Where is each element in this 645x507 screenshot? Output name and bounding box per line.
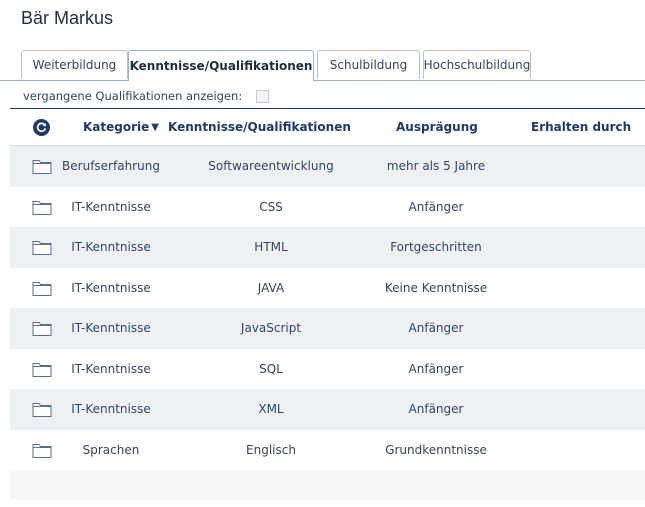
column-header-kategorie-label: Kategorie [83,120,150,134]
tab-hochschulbildung[interactable]: Hochschulbildung [423,50,531,79]
page-title: Bär Markus [21,8,114,28]
cell-kategorie: Berufserfahrung [62,159,160,174]
cell-kategorie: IT-Kenntnisse [71,280,151,295]
cell-kenntnis: Englisch [246,442,296,457]
table-row[interactable]: IT-Kenntnisse SQL Anfänger [10,349,645,390]
cell-erhalten-durch [515,349,635,390]
cell-kategorie: Sprachen [82,442,140,457]
cell-erhalten-durch [515,308,635,349]
past-qualifications-filter: vergangene Qualifikationen anzeigen: [23,89,270,103]
cell-erhalten-durch [515,227,635,268]
cell-auspraegung: Anfänger [408,402,464,417]
table-row[interactable]: IT-Kenntnisse XML Anfänger [10,389,645,430]
column-header-erhalten-durch[interactable]: Erhalten durch [531,109,631,145]
table-row[interactable]: IT-Kenntnisse CSS Anfänger [10,187,645,228]
cell-auspraegung: Fortgeschritten [390,240,482,255]
table-row[interactable]: Berufserfahrung Softwareentwicklung mehr a… [10,146,645,187]
tab-divider [0,80,645,81]
folder-icon[interactable] [32,279,52,297]
cell-kenntnis: CSS [259,199,283,214]
cell-kategorie: IT-Kenntnisse [71,402,151,417]
cell-erhalten-durch [515,146,635,187]
folder-icon[interactable] [32,238,52,256]
cell-kenntnis: Softwareentwicklung [208,159,334,174]
table-header: Kategorie ▼ Kenntnisse/Qualifikationen A… [10,109,645,145]
sort-descending-icon: ▼ [151,121,159,133]
table-row[interactable]: Sprachen Englisch Grundkenntnisse [10,430,645,471]
cell-auspraegung: Anfänger [408,361,464,376]
cell-kategorie: IT-Kenntnisse [71,321,151,336]
past-qualifications-checkbox[interactable] [256,89,270,103]
cell-auspraegung: mehr als 5 Jahre [386,159,486,174]
qualifications-table-body: Berufserfahrung Softwareentwicklung mehr a… [10,146,645,470]
cell-erhalten-durch [515,389,635,430]
folder-icon[interactable] [32,319,52,337]
cell-erhalten-durch [515,268,635,309]
cell-kategorie: IT-Kenntnisse [71,240,151,255]
cell-auspraegung: Keine Kenntnisse [384,280,488,295]
cell-kategorie: IT-Kenntnisse [71,361,151,376]
cell-kenntnis: XML [258,402,284,417]
table-row[interactable]: IT-Kenntnisse JAVA Keine Kenntnisse [10,268,645,309]
cell-erhalten-durch [515,430,635,471]
cell-kategorie: IT-Kenntnisse [71,199,151,214]
cell-auspraegung: Anfänger [408,321,464,336]
folder-icon[interactable] [32,360,52,378]
folder-icon[interactable] [32,400,52,418]
folder-icon[interactable] [32,198,52,216]
table-row[interactable]: IT-Kenntnisse HTML Fortgeschritten [10,227,645,268]
cell-kenntnis: JAVA [257,280,285,295]
cell-auspraegung: Anfänger [408,199,464,214]
folder-icon[interactable] [32,157,52,175]
past-qualifications-label: vergangene Qualifikationen anzeigen: [23,89,243,103]
cell-kenntnis: HTML [254,240,288,255]
cell-kenntnis: JavaScript [240,321,302,336]
tab-schulbildung[interactable]: Schulbildung [317,50,420,79]
column-header-auspraegung[interactable]: Ausprägung [396,109,478,145]
cell-auspraegung: Grundkenntnisse [385,442,487,457]
refresh-icon[interactable] [33,119,50,136]
column-header-kenntnisse[interactable]: Kenntnisse/Qualifikationen [168,109,351,145]
table-row[interactable]: IT-Kenntnisse JavaScript Anfänger [10,308,645,349]
folder-icon[interactable] [32,441,52,459]
tab-weiterbildung[interactable]: Weiterbildung [21,50,128,79]
table-footer [10,470,645,500]
cell-kenntnis: SQL [259,361,283,376]
cell-erhalten-durch [515,187,635,228]
tab-kenntnisse-qualifikationen[interactable]: Kenntnisse/Qualifikationen [128,50,314,81]
column-header-kategorie[interactable]: Kategorie ▼ [83,109,159,145]
